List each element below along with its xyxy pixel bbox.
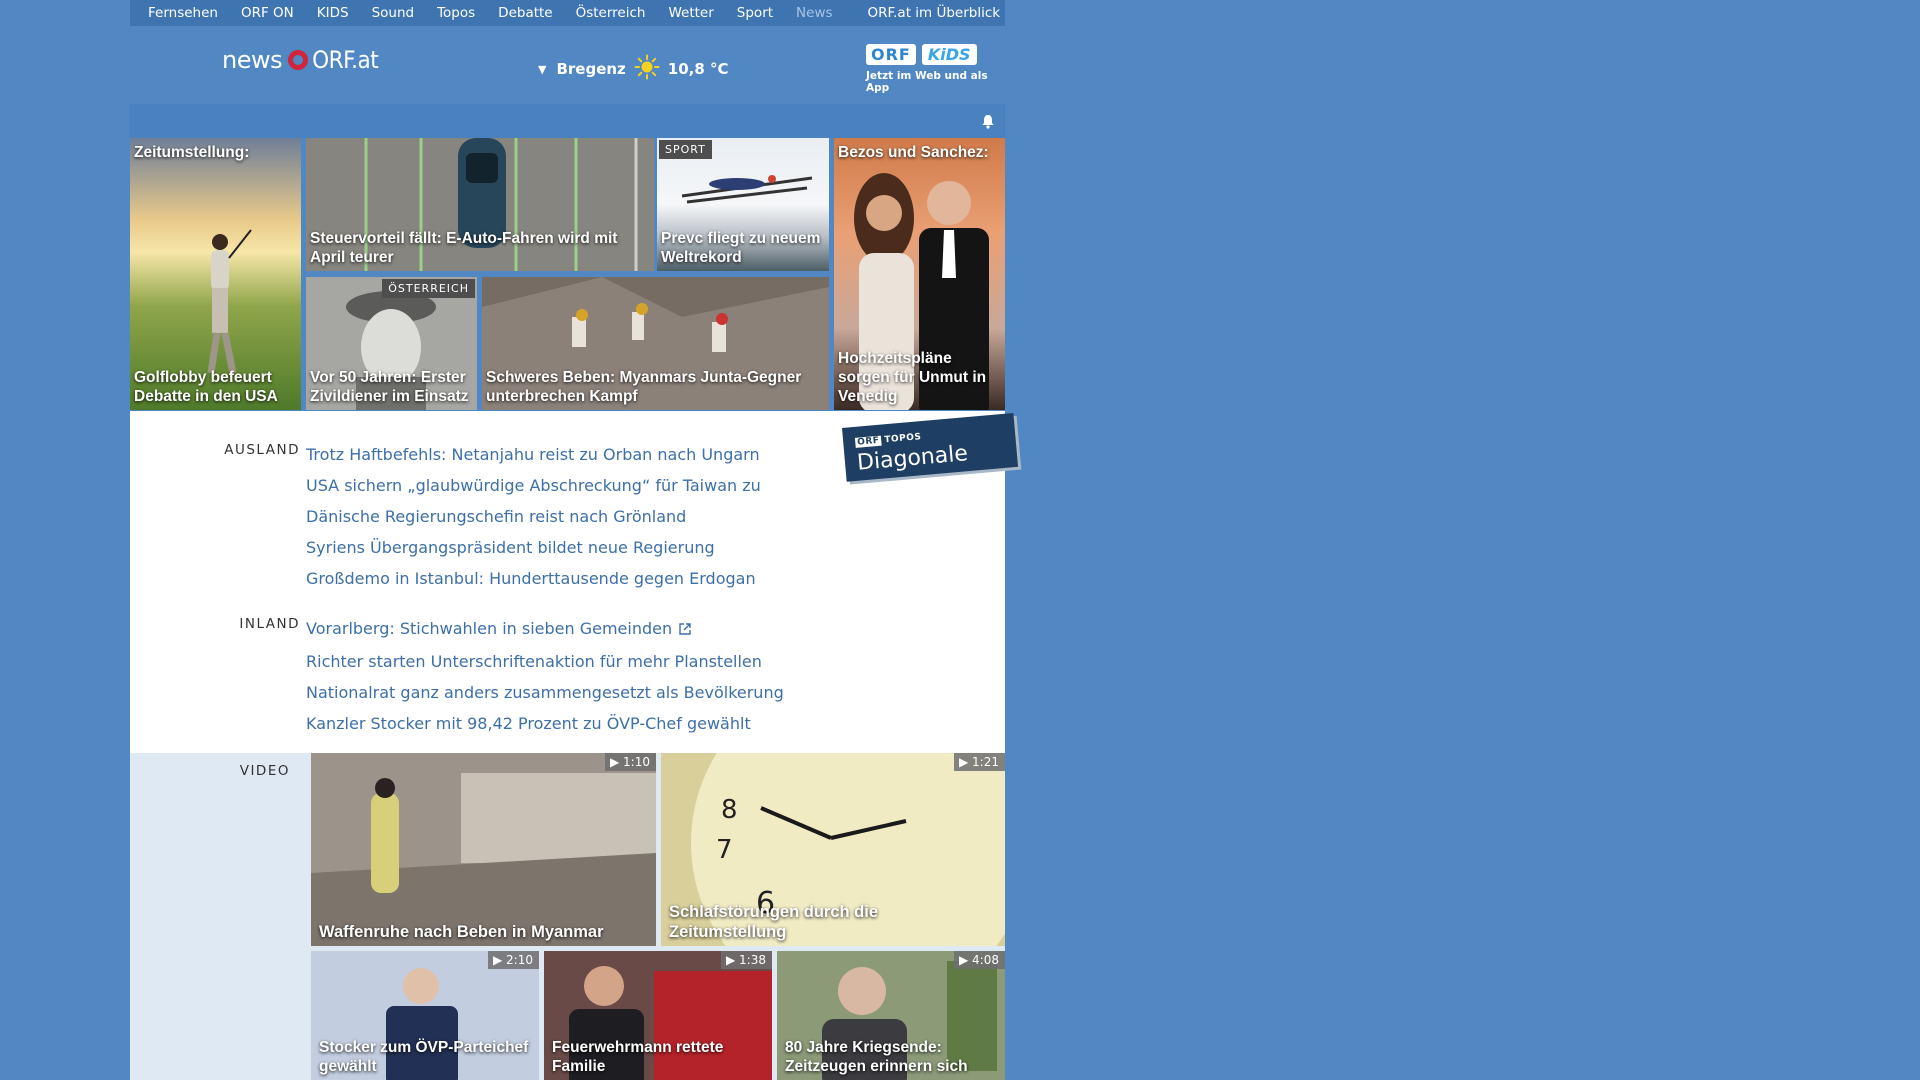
story-tile-eauto[interactable]: Steuervorteil fällt: E-Auto-Fahren wird …	[306, 138, 654, 271]
story-caption: Schweres Beben: Myanmars Junta-Gegner un…	[486, 369, 802, 405]
headline-link[interactable]: Trotz Haftbefehls: Netanjahu reist zu Or…	[306, 439, 761, 470]
location-dropdown-icon: ▼	[538, 62, 547, 76]
story-kicker: Zeitumstellung:	[134, 144, 250, 161]
nav-item-sound[interactable]: Sound	[372, 5, 415, 21]
nav-item-orf-on[interactable]: ORF ON	[241, 5, 294, 21]
story-caption: Prevc fliegt zu neuem Weltrekord	[661, 230, 821, 266]
logo-news-text: news	[222, 46, 283, 74]
video-caption: 80 Jahre Kriegsende: Zeitzeugen erinnern…	[785, 1039, 968, 1075]
nav-item-overview[interactable]: ORF.at im Überblick	[868, 5, 1001, 21]
video-duration: ▶ 4:08	[954, 951, 1005, 969]
headline-link[interactable]: Kanzler Stocker mit 98,42 Prozent zu ÖVP…	[306, 708, 784, 739]
weather-city: Bregenz	[556, 60, 626, 78]
story-tile-zivildiener[interactable]: ÖSTERREICH Vor 50 Jahren: Erster Zivildi…	[306, 277, 477, 410]
headline-link[interactable]: Nationalrat ganz anders zusammengesetzt …	[306, 677, 784, 708]
site-header: news ORF.at ▼ Bregenz 10,8 °C ORF KiDS J…	[130, 26, 1005, 104]
video-duration: ▶ 2:10	[488, 951, 539, 969]
story-caption: Hochzeitspläne sorgen für Unmut in Vened…	[838, 350, 987, 405]
notification-bar	[130, 104, 1005, 138]
weather-widget[interactable]: ▼ Bregenz 10,8 °C	[538, 54, 729, 84]
headline-link[interactable]: Dänische Regierungschefin reist nach Grö…	[306, 501, 761, 532]
story-caption: Vor 50 Jahren: Erster Zivildiener im Ein…	[310, 369, 469, 405]
story-tile-bezos[interactable]: Bezos und Sanchez: Hochzeitspläne sorgen…	[834, 138, 1005, 410]
topos-diagonale-promo[interactable]: ORF TOPOS Diagonale	[842, 413, 1019, 482]
video-duration: ▶ 1:10	[605, 753, 656, 771]
sun-icon	[634, 54, 660, 84]
orf-eye-icon	[288, 50, 309, 70]
story-caption: Steuervorteil fällt: E-Auto-Fahren wird …	[310, 230, 618, 266]
story-tile-prevc[interactable]: SPORT Prevc fliegt zu neuem Weltrekord	[657, 138, 829, 271]
video-thumbnail	[311, 753, 656, 946]
page-wrapper: Fernsehen ORF ON KIDS Sound Topos Debatt…	[130, 0, 1019, 1080]
notification-bell-icon[interactable]	[981, 114, 995, 133]
orf-kids-promo[interactable]: ORF KiDS Jetzt im Web und als App	[866, 44, 1006, 94]
golfer-illustration	[207, 229, 252, 374]
headline-link[interactable]: Syriens Übergangspräsident bildet neue R…	[306, 532, 761, 563]
headline-link[interactable]: Richter starten Unterschriftenaktion für…	[306, 646, 784, 677]
story-tile-golf[interactable]: Zeitumstellung: Golflobby befeuert Debat…	[130, 138, 301, 410]
section-label-inland: INLAND	[239, 616, 300, 632]
video-tile-stocker[interactable]: ▶ 2:10 Stocker zum ÖVP-Parteichef gewähl…	[311, 951, 539, 1080]
external-link-icon	[678, 615, 692, 646]
top-stories-grid: Zeitumstellung: Golflobby befeuert Debat…	[130, 138, 1005, 411]
logo-domain-text: ORF.at	[312, 46, 379, 74]
nav-item-topos[interactable]: Topos	[437, 5, 475, 21]
kids-logo-badge: KiDS	[921, 44, 977, 65]
section-label-ausland: AUSLAND	[224, 442, 300, 458]
headline-link[interactable]: Vorarlberg: Stichwahlen in sieben Gemein…	[306, 613, 784, 646]
video-duration: ▶ 1:38	[721, 951, 772, 969]
nav-item-kids[interactable]: KIDS	[317, 5, 349, 21]
top-navigation: Fernsehen ORF ON KIDS Sound Topos Debatt…	[130, 0, 1005, 26]
video-tile-zeitumstellung[interactable]: 8 7 6 ▶ 1:21 Schlafstörungen durch die Z…	[661, 753, 1005, 946]
nav-item-debatte[interactable]: Debatte	[498, 5, 552, 21]
story-caption: Golflobby befeuert Debatte in den USA	[134, 369, 278, 405]
video-caption: Feuerwehrmann rettete Familie	[552, 1039, 724, 1075]
nav-item-wetter[interactable]: Wetter	[668, 5, 713, 21]
video-duration: ▶ 1:21	[954, 753, 1005, 771]
news-list-area: AUSLAND Trotz Haftbefehls: Netanjahu rei…	[130, 411, 1019, 753]
category-badge: ÖSTERREICH	[382, 279, 475, 298]
category-badge: SPORT	[659, 140, 712, 159]
video-caption: Stocker zum ÖVP-Parteichef gewählt	[319, 1039, 529, 1075]
nav-item-sport[interactable]: Sport	[737, 5, 773, 21]
news-orf-logo[interactable]: news ORF.at	[222, 46, 379, 74]
nav-item-fernsehen[interactable]: Fernsehen	[148, 5, 218, 21]
weather-temperature: 10,8 °C	[667, 60, 729, 78]
nav-item-news-current[interactable]: News	[796, 5, 832, 21]
svg-text:8: 8	[721, 795, 738, 825]
video-tile-myanmar[interactable]: ▶ 1:10 Waffenruhe nach Beben in Myanmar	[311, 753, 656, 946]
section-label-video: VIDEO	[239, 763, 290, 779]
kids-tagline: Jetzt im Web und als App	[866, 70, 988, 94]
video-caption: Schlafstörungen durch die Zeitumstellung	[669, 903, 879, 941]
story-kicker: Bezos und Sanchez:	[838, 144, 989, 161]
svg-text:7: 7	[716, 835, 733, 865]
video-tile-kriegsende[interactable]: ▶ 4:08 80 Jahre Kriegsende: Zeitzeugen e…	[777, 951, 1005, 1080]
video-tile-feuerwehr[interactable]: ▶ 1:38 Feuerwehrmann rettete Familie	[544, 951, 772, 1080]
nav-item-oesterreich[interactable]: Österreich	[576, 5, 646, 21]
ski-jumper-image	[681, 175, 813, 204]
headline-link[interactable]: USA sichern „glaubwürdige Abschreckung“ …	[306, 470, 761, 501]
orf-logo-badge: ORF	[866, 44, 916, 65]
headline-link[interactable]: Großdemo in Istanbul: Hunderttausende ge…	[306, 563, 761, 594]
story-tile-beben[interactable]: Schweres Beben: Myanmars Junta-Gegner un…	[482, 277, 829, 410]
video-caption: Waffenruhe nach Beben in Myanmar	[319, 923, 604, 941]
